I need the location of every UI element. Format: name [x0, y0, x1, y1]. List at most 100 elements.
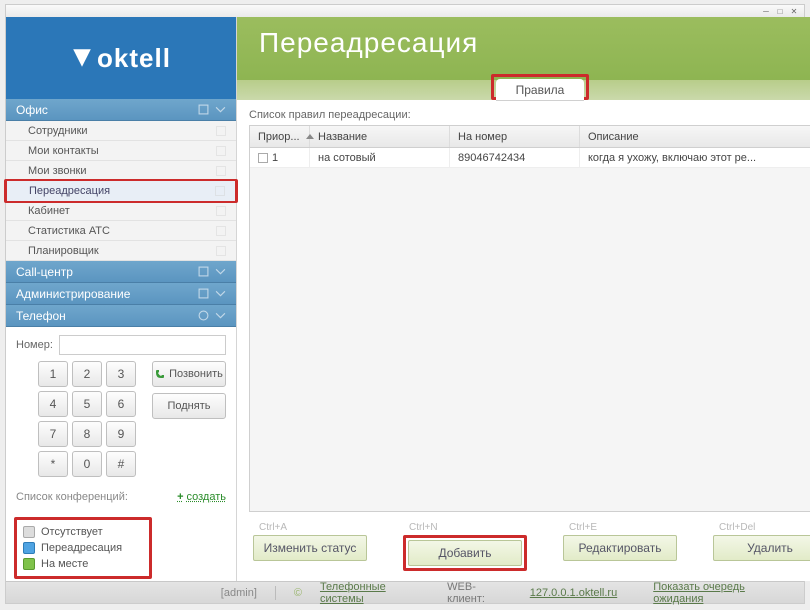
sidebar-item-label: Мои звонки	[28, 165, 87, 177]
key-5[interactable]: 5	[72, 391, 102, 417]
key-8[interactable]: 8	[72, 421, 102, 447]
status-present[interactable]: На месте	[23, 556, 143, 572]
nav-group-phone[interactable]: Телефон	[6, 305, 236, 327]
show-queue-link[interactable]: Показать очередь ожидания	[653, 581, 794, 605]
sidebar-item-cabinet[interactable]: Кабинет	[6, 201, 236, 221]
highlight-tab-rules: Правила	[491, 74, 590, 100]
key-1[interactable]: 1	[38, 361, 68, 387]
col-label: Описание	[588, 131, 639, 143]
close-icon[interactable]: ✕	[788, 7, 800, 15]
nav-group-office[interactable]: Офис	[6, 99, 236, 121]
chevron-down-icon	[215, 266, 226, 277]
chevron-down-icon	[215, 310, 226, 321]
pickup-button-label: Поднять	[167, 400, 210, 412]
plus-icon: +	[177, 491, 183, 503]
item-indicator-icon	[216, 226, 226, 236]
button-label: Редактировать	[579, 541, 662, 555]
pickup-button[interactable]: Поднять	[152, 393, 226, 419]
dial-input[interactable]	[59, 335, 226, 355]
status-label: Переадресация	[41, 542, 122, 554]
logo: oktell	[6, 17, 236, 99]
cell-description: когда я ухожу, включаю этот ре...	[580, 148, 810, 167]
key-hash[interactable]: #	[106, 451, 136, 477]
tab-rules[interactable]: Правила	[496, 79, 585, 101]
item-indicator-icon	[216, 166, 226, 176]
dial-label: Номер:	[16, 339, 53, 351]
table-row[interactable]: 1 на сотовый 89046742434 когда я ухожу, …	[250, 148, 810, 168]
status-forwarding[interactable]: Переадресация	[23, 540, 143, 556]
minimize-icon[interactable]: ─	[760, 7, 772, 15]
shortcut-label: Ctrl+N	[409, 522, 438, 533]
highlight-add-button: Добавить	[403, 535, 527, 571]
key-3[interactable]: 3	[106, 361, 136, 387]
sidebar-item-employees[interactable]: Сотрудники	[6, 121, 236, 141]
key-9[interactable]: 9	[106, 421, 136, 447]
sidebar-item-scheduler[interactable]: Планировщик	[6, 241, 236, 261]
main-content: Список правил переадресации: Приор... На…	[237, 99, 810, 581]
logo-label: oktell	[97, 43, 171, 74]
key-star[interactable]: *	[38, 451, 68, 477]
status-color-icon	[23, 526, 35, 538]
col-label: Название	[318, 131, 367, 143]
nav-group-label: Офис	[16, 103, 48, 117]
create-conference-link[interactable]: + создать	[177, 491, 226, 503]
col-priority[interactable]: Приор...	[250, 126, 310, 147]
delete-button[interactable]: Удалить	[713, 535, 810, 561]
sidebar-item-label: Планировщик	[28, 245, 99, 257]
chevron-down-icon	[215, 288, 226, 299]
sidebar-item-label: Переадресация	[29, 185, 110, 197]
sidebar-item-label: Сотрудники	[28, 125, 88, 137]
nav-group-callcenter[interactable]: Call-центр	[6, 261, 236, 283]
status-color-icon	[23, 542, 35, 554]
action-bar: Ctrl+A Изменить статус Ctrl+N Добавить	[249, 512, 810, 581]
copyright-icon: ©	[294, 587, 302, 599]
app-window: ─ □ ✕ oktell Офис	[5, 4, 805, 604]
row-checkbox[interactable]	[258, 153, 268, 163]
app-body: oktell Офис Сотрудники Мои контакт	[6, 17, 804, 581]
logo-icon	[71, 47, 93, 69]
key-4[interactable]: 4	[38, 391, 68, 417]
chevron-down-icon	[215, 104, 226, 115]
call-button[interactable]: Позвонить	[152, 361, 226, 387]
col-description[interactable]: Описание	[580, 126, 810, 147]
shortcut-label: Ctrl+A	[259, 522, 287, 533]
phone-systems-link[interactable]: Телефонные системы	[320, 581, 429, 605]
sidebar: oktell Офис Сотрудники Мои контакт	[6, 17, 237, 581]
sidebar-item-contacts[interactable]: Мои контакты	[6, 141, 236, 161]
item-indicator-icon	[216, 206, 226, 216]
sidebar-item-calls[interactable]: Мои звонки	[6, 161, 236, 181]
status-absent[interactable]: Отсутствует	[23, 524, 143, 540]
tab-strip: Правила	[237, 74, 810, 100]
change-status-button[interactable]: Изменить статус	[253, 535, 367, 561]
status-label: Отсутствует	[41, 526, 103, 538]
col-name[interactable]: Название	[310, 126, 450, 147]
current-user: [admin]	[16, 587, 257, 599]
maximize-icon[interactable]: □	[774, 7, 786, 15]
grid-empty-area	[250, 168, 810, 511]
doc-icon	[198, 288, 209, 299]
sidebar-item-statistics[interactable]: Статистика АТС	[6, 221, 236, 241]
key-0[interactable]: 0	[72, 451, 102, 477]
edit-button[interactable]: Редактировать	[563, 535, 677, 561]
key-7[interactable]: 7	[38, 421, 68, 447]
main-panel: Переадресация Правила Список правил пере…	[237, 17, 810, 581]
button-label: Добавить	[438, 546, 491, 560]
status-label: На месте	[41, 558, 88, 570]
col-label: На номер	[458, 131, 507, 143]
item-indicator-icon	[216, 126, 226, 136]
create-label: создать	[187, 491, 226, 503]
item-indicator-icon	[216, 246, 226, 256]
sidebar-item-forwarding[interactable]: Переадресация	[7, 181, 235, 201]
web-client-link[interactable]: 127.0.0.1.oktell.ru	[530, 587, 617, 599]
window-titlebar: ─ □ ✕	[6, 5, 804, 17]
col-number[interactable]: На номер	[450, 126, 580, 147]
key-6[interactable]: 6	[106, 391, 136, 417]
call-button-label: Позвонить	[169, 368, 223, 380]
status-color-icon	[23, 558, 35, 570]
item-indicator-icon	[216, 146, 226, 156]
nav-group-admin[interactable]: Администрирование	[6, 283, 236, 305]
shortcut-label: Ctrl+E	[569, 522, 597, 533]
highlight-status-legend: Отсутствует Переадресация На месте	[14, 517, 152, 579]
add-button[interactable]: Добавить	[408, 540, 522, 566]
key-2[interactable]: 2	[72, 361, 102, 387]
